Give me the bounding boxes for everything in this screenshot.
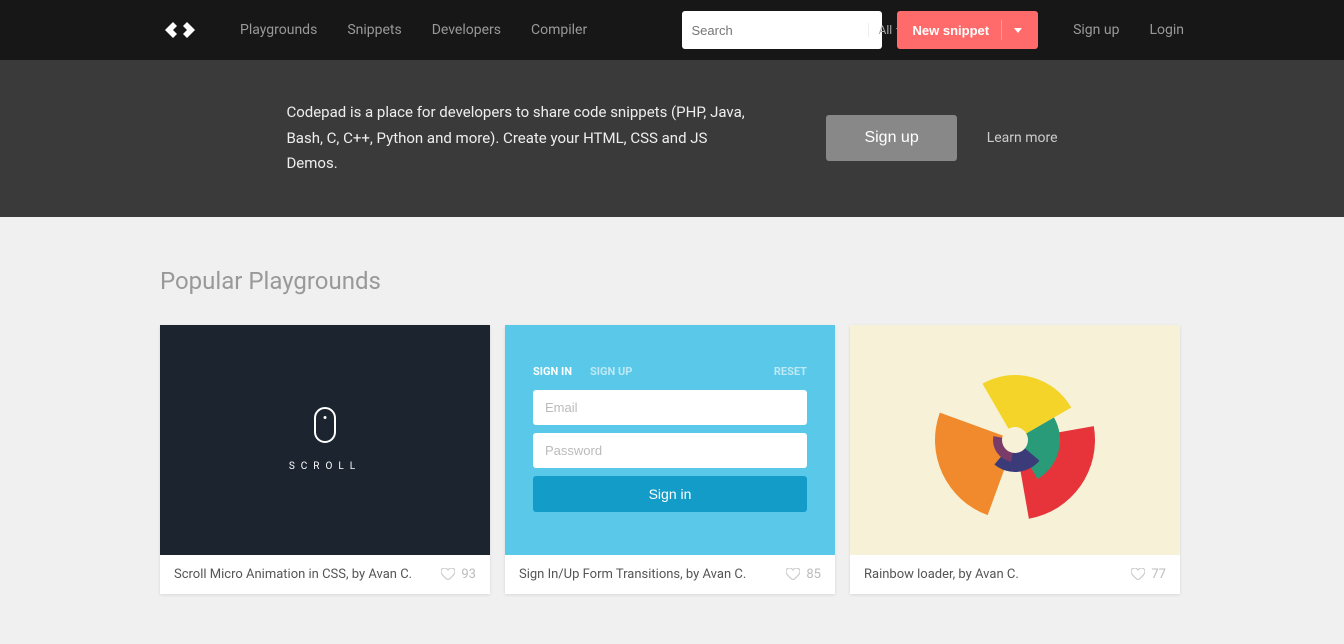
mouse-icon [314,407,336,443]
hero: Codepad is a place for developers to sha… [0,60,1344,217]
nav-developers[interactable]: Developers [432,22,501,38]
preview-email-input [533,390,807,425]
scroll-label: Scroll [289,461,361,472]
heart-icon [1131,568,1145,580]
form-tabs: SIGN IN SIGN UP RESET [533,365,807,378]
hero-actions: Sign up Learn more [826,115,1057,161]
heart-icon [786,568,800,580]
card-preview-rainbow [850,325,1180,555]
section-title: Popular Playgrounds [160,267,1184,295]
likes-count: 77 [1151,567,1166,582]
nav-playgrounds[interactable]: Playgrounds [240,22,317,38]
preview-password-input [533,433,807,468]
nav-snippets[interactable]: Snippets [347,22,401,38]
new-snippet-button[interactable]: New snippet [897,11,1039,49]
search-filter-label: All [879,23,893,37]
card-title: Scroll Micro Animation in CSS, by Avan C… [174,567,412,582]
rainbow-loader-icon [915,340,1115,540]
likes-count: 85 [806,567,821,582]
playground-card[interactable]: Rainbow loader, by Avan C. 77 [850,325,1180,594]
logo[interactable] [160,10,200,50]
form-tab-signup: SIGN UP [590,365,632,378]
card-title: Sign In/Up Form Transitions, by Avan C. [519,567,746,582]
card-title: Rainbow loader, by Avan C. [864,567,1019,582]
hero-text: Codepad is a place for developers to sha… [286,100,746,177]
heart-icon [441,568,455,580]
card-likes[interactable]: 93 [441,567,476,582]
new-snippet-label: New snippet [913,23,990,38]
form-tab-signin: SIGN IN [533,365,572,378]
search-box: All [682,11,882,49]
preview-signin-button: Sign in [533,476,807,512]
form-tab-reset: RESET [774,365,807,378]
card-preview-form: SIGN IN SIGN UP RESET Sign in [505,325,835,555]
nav-compiler[interactable]: Compiler [531,22,587,38]
divider [1001,20,1002,40]
nav-signup-link[interactable]: Sign up [1073,22,1119,38]
hero-learnmore-link[interactable]: Learn more [987,130,1058,146]
card-meta: Sign In/Up Form Transitions, by Avan C. … [505,555,835,594]
search-input[interactable] [692,23,868,38]
chevron-down-icon [1014,28,1022,33]
nav-login-link[interactable]: Login [1149,22,1184,38]
playground-card[interactable]: Scroll Scroll Micro Animation in CSS, by… [160,325,490,594]
nav-links: Playgrounds Snippets Developers Compiler [240,22,587,38]
logo-icon [163,18,197,42]
search-area: All New snippet Sign up Login [682,11,1184,49]
playground-card[interactable]: SIGN IN SIGN UP RESET Sign in Sign In/Up… [505,325,835,594]
card-preview-scroll: Scroll [160,325,490,555]
card-likes[interactable]: 77 [1131,567,1166,582]
auth-links: Sign up Login [1073,22,1184,38]
hero-signup-button[interactable]: Sign up [826,115,956,161]
likes-count: 93 [461,567,476,582]
top-navbar: Playgrounds Snippets Developers Compiler… [0,0,1344,60]
card-likes[interactable]: 85 [786,567,821,582]
card-meta: Scroll Micro Animation in CSS, by Avan C… [160,555,490,594]
popular-section: Popular Playgrounds Scroll Scroll Micro … [0,217,1344,644]
card-meta: Rainbow loader, by Avan C. 77 [850,555,1180,594]
cards-grid: Scroll Scroll Micro Animation in CSS, by… [160,325,1184,594]
